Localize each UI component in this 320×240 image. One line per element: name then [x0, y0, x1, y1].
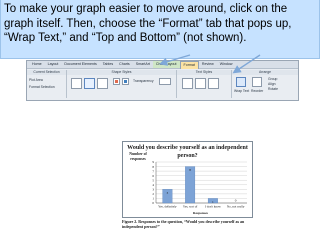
bar-chart[interactable]: Would you describe yourself as an indepe… [122, 141, 253, 218]
arrow-to-wrap-text [232, 54, 261, 74]
y-tick-label: 2 [152, 192, 154, 196]
y-tick-label: 3 [152, 188, 154, 192]
y-tick-label: 1 [152, 197, 154, 201]
data-label: 0 [235, 199, 237, 203]
y-tick-label: 7 [152, 169, 154, 173]
arrow-to-format-tab [158, 54, 191, 66]
x-axis-label: Responses [193, 211, 208, 215]
y-tick-label: 0 [152, 201, 154, 205]
y-tick-label: 4 [152, 183, 154, 187]
figure-caption: Figure 2. Responses to the question, “Wo… [122, 219, 245, 229]
category-label: I don't know [205, 205, 222, 209]
y-tick-label: 6 [152, 174, 154, 178]
data-label: 3 [167, 191, 169, 195]
category-label: No, not really [227, 205, 245, 210]
plot-area: 01234567893Yes, definitely8Yes, sort of1… [152, 160, 247, 210]
category-label: Yes, definitely [158, 205, 177, 210]
y-tick-label: 5 [152, 178, 154, 182]
data-label: 1 [212, 200, 214, 204]
data-label: 8 [189, 168, 191, 172]
y-tick-label: 9 [152, 160, 154, 164]
y-tick-label: 8 [152, 165, 154, 169]
category-label: Yes, sort of [183, 205, 198, 210]
